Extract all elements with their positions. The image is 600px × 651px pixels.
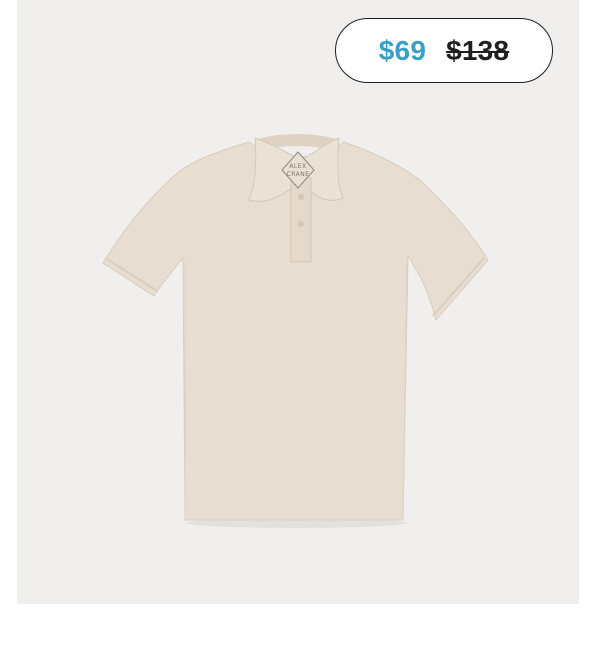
original-price: $138 <box>446 34 510 66</box>
price-badge: $69 $138 <box>335 18 553 83</box>
button-1 <box>298 194 304 200</box>
product-image[interactable]: ALEX CRANE <box>17 0 579 604</box>
neck-label-text-1: ALEX <box>289 163 306 170</box>
sale-price: $69 <box>378 34 427 66</box>
button-2 <box>298 221 304 227</box>
placket <box>290 177 312 263</box>
product-card[interactable]: ALEX CRANE $69 $138 <box>17 0 579 604</box>
neck-label-text-2: CRANE <box>287 171 310 178</box>
